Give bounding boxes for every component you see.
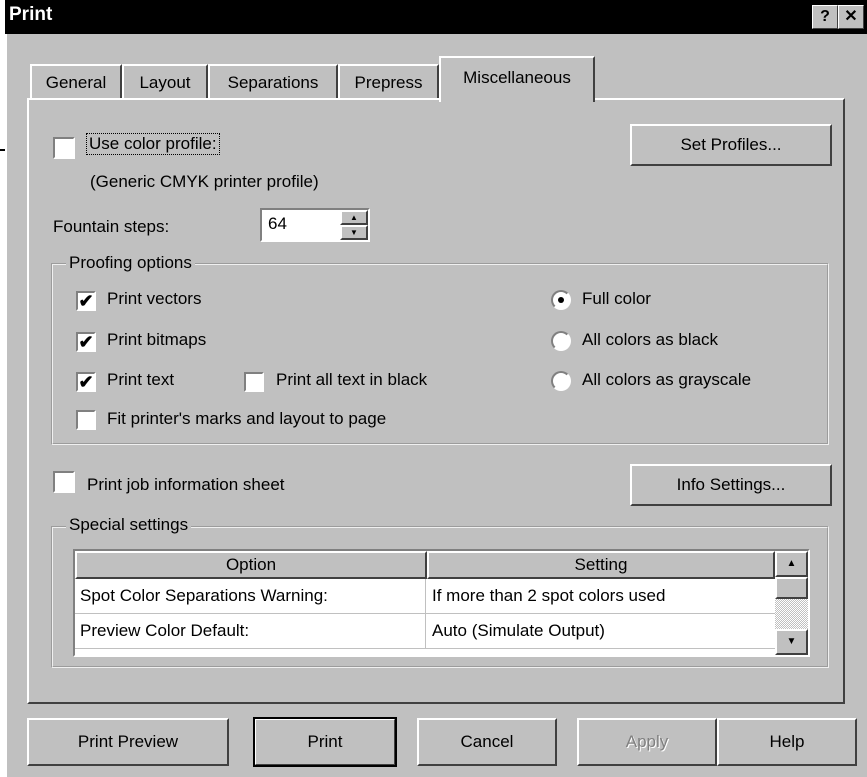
proofing-options-legend: Proofing options [66, 253, 195, 273]
window-title: Print [9, 4, 53, 25]
print-text-checkbox[interactable]: ✔ [76, 372, 96, 392]
print-job-info-label: Print job information sheet [87, 475, 285, 494]
column-divider [425, 579, 426, 613]
table-row[interactable]: Preview Color Default: Auto (Simulate Ou… [75, 614, 775, 649]
table-cell-setting: If more than 2 spot colors used [432, 586, 666, 605]
spin-down-icon[interactable]: ▼ [340, 225, 368, 240]
vertical-scrollbar[interactable]: ▲ ▼ [775, 551, 808, 655]
print-vectors-label: Print vectors [107, 289, 202, 308]
all-colors-black-radio[interactable] [551, 331, 571, 351]
scrollbar-thumb[interactable] [775, 577, 808, 599]
print-job-info-checkbox[interactable] [53, 471, 75, 493]
print-vectors-checkbox[interactable]: ✔ [76, 291, 96, 311]
fit-marks-checkbox[interactable] [76, 410, 96, 430]
table-cell-setting: Auto (Simulate Output) [432, 621, 605, 640]
all-colors-grayscale-label: All colors as grayscale [582, 370, 752, 389]
print-preview-button[interactable]: Print Preview [27, 718, 229, 766]
print-all-text-black-label: Print all text in black [276, 370, 428, 389]
print-bitmaps-label: Print bitmaps [107, 330, 207, 349]
fountain-steps-value[interactable]: 64 [268, 214, 287, 234]
help-button[interactable]: Help [717, 718, 857, 766]
title-bar: Print ? ✕ [5, 0, 867, 34]
print-text-label: Print text [107, 370, 175, 389]
tab-miscellaneous[interactable]: Miscellaneous [439, 56, 595, 102]
scroll-up-icon[interactable]: ▲ [775, 551, 808, 577]
tab-general[interactable]: General [30, 64, 122, 100]
all-colors-black-label: All colors as black [582, 330, 719, 349]
table-row[interactable]: Spot Color Separations Warning: If more … [75, 579, 775, 614]
table-cell-option: Spot Color Separations Warning: [80, 586, 328, 605]
tab-separations[interactable]: Separations [208, 64, 338, 100]
scroll-down-icon[interactable]: ▼ [775, 629, 808, 655]
print-bitmaps-checkbox[interactable]: ✔ [76, 332, 96, 352]
table-cell-option: Preview Color Default: [80, 621, 250, 640]
cancel-button[interactable]: Cancel [417, 718, 557, 766]
tab-prepress[interactable]: Prepress [338, 64, 439, 100]
tab-layout[interactable]: Layout [122, 64, 208, 100]
info-settings-button[interactable]: Info Settings... [630, 464, 832, 506]
column-header-setting[interactable]: Setting [427, 551, 775, 579]
set-profiles-button[interactable]: Set Profiles... [630, 124, 832, 166]
close-icon[interactable]: ✕ [838, 5, 864, 29]
special-settings-table[interactable]: Option Setting Spot Color Separations Wa… [73, 549, 810, 657]
full-color-radio[interactable] [551, 290, 571, 310]
column-divider [425, 614, 426, 648]
help-icon[interactable]: ? [812, 5, 838, 29]
print-all-text-black-checkbox[interactable] [244, 372, 264, 392]
fountain-steps-label: Fountain steps: [53, 217, 170, 236]
print-button[interactable]: Print [253, 717, 397, 767]
apply-button[interactable]: Apply [577, 718, 717, 766]
spin-up-icon[interactable]: ▲ [340, 210, 368, 225]
use-color-profile-label: Use color profile: [86, 133, 220, 155]
full-color-label: Full color [582, 289, 651, 308]
fit-marks-label: Fit printer's marks and layout to page [107, 409, 387, 428]
use-color-profile-checkbox[interactable] [53, 137, 75, 159]
column-header-option[interactable]: Option [75, 551, 427, 579]
all-colors-grayscale-radio[interactable] [551, 371, 571, 391]
fountain-steps-stepper[interactable]: 64 ▲ ▼ [260, 208, 370, 242]
color-profile-name: (Generic CMYK printer profile) [90, 172, 319, 191]
special-settings-legend: Special settings [66, 515, 192, 535]
